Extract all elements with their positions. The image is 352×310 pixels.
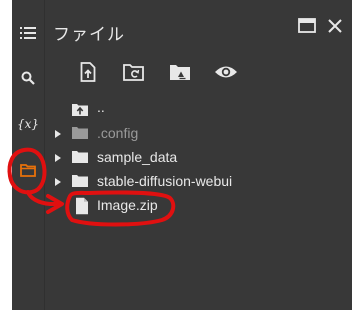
refresh-folder-button[interactable]: [111, 58, 157, 86]
tree-item-stable-diffusion-webui[interactable]: stable-diffusion-webui: [45, 170, 352, 194]
expand-arrow-icon[interactable]: [53, 122, 63, 146]
files-panel: ファイル .. .config sample_data stable-diffu…: [45, 0, 352, 310]
expand-arrow-icon[interactable]: [53, 146, 63, 170]
folder-icon: [71, 126, 89, 142]
tree-item-label: sample_data: [97, 149, 178, 165]
tree-item-sample-data[interactable]: sample_data: [45, 146, 352, 170]
mount-drive-icon: [170, 65, 190, 80]
refresh-folder-icon: [123, 64, 144, 81]
files-toolbar: [65, 58, 249, 86]
parent-directory-row[interactable]: ..: [45, 98, 352, 122]
expand-arrow-icon[interactable]: [53, 170, 63, 194]
folder-icon[interactable]: [12, 154, 44, 186]
tree-item-image-zip[interactable]: Image.zip: [45, 194, 352, 218]
folder-icon: [71, 174, 89, 190]
upload-file-icon: [80, 62, 96, 82]
mount-drive-button[interactable]: [157, 58, 203, 86]
tree-item-config[interactable]: .config: [45, 122, 352, 146]
colab-files-panel: {x} ファイル .. .config sample_data stable-d…: [12, 0, 352, 310]
folder-up-icon: [71, 103, 89, 119]
parent-directory-label: ..: [97, 99, 105, 115]
file-icon: [75, 197, 93, 215]
activity-rail: {x}: [12, 0, 44, 310]
panel-header-actions: [298, 18, 342, 38]
tree-item-label: stable-diffusion-webui: [97, 173, 233, 189]
variables-icon[interactable]: {x}: [12, 108, 44, 140]
folder-icon: [71, 150, 89, 166]
variables-label: {x}: [16, 117, 40, 131]
open-in-tab-icon[interactable]: [298, 18, 316, 38]
show-hidden-button[interactable]: [203, 58, 249, 86]
file-tree: .. .config sample_data stable-diffusion-…: [45, 98, 352, 218]
tree-item-label: .config: [97, 125, 139, 141]
panel-title: ファイル: [53, 25, 125, 44]
tree-item-label: Image.zip: [97, 197, 158, 213]
upload-file-button[interactable]: [65, 58, 111, 86]
search-icon[interactable]: [12, 62, 44, 94]
menu-icon[interactable]: [12, 17, 44, 49]
close-icon[interactable]: [328, 18, 342, 38]
show-hidden-icon: [215, 66, 237, 78]
